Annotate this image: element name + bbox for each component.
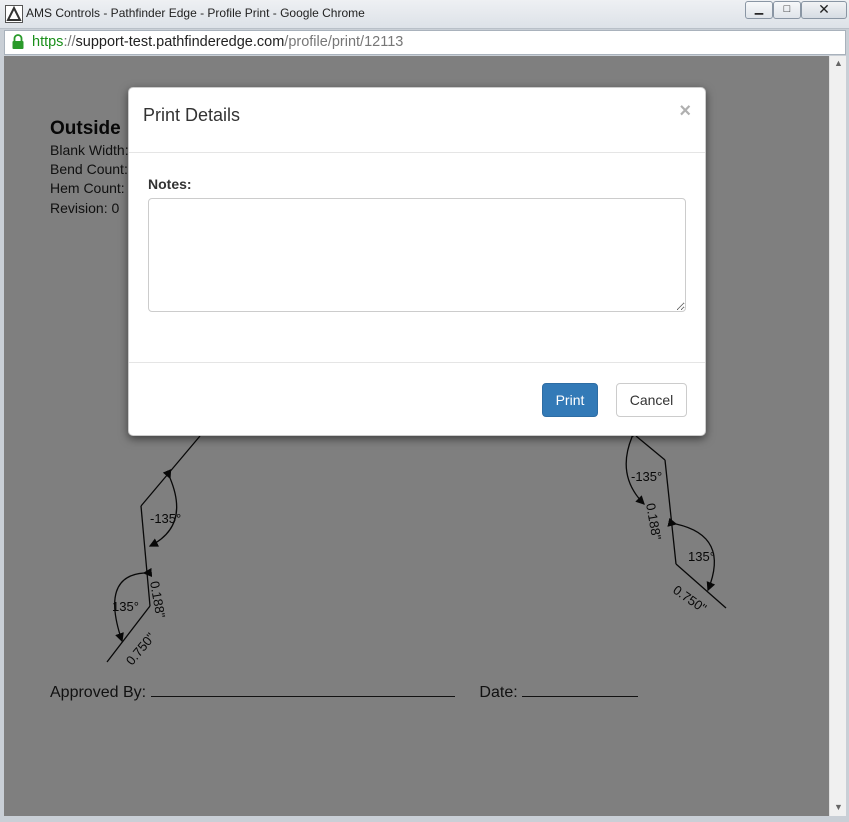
notes-label: Notes:	[148, 176, 192, 192]
modal-header: Print Details ×	[129, 88, 705, 153]
window-titlebar: AMS Controls - Pathfinder Edge - Profile…	[0, 0, 849, 29]
vertical-scrollbar[interactable]: ▲ ▼	[829, 56, 846, 816]
url-scheme: https	[32, 34, 64, 50]
print-details-dialog: Print Details × Notes: Print Cancel	[128, 87, 706, 436]
cancel-button[interactable]: Cancel	[616, 383, 687, 417]
url-host: support-test.pathfinderedge.com	[75, 34, 285, 50]
minimize-button[interactable]: ▁	[745, 1, 773, 19]
lock-icon	[11, 34, 25, 50]
modal-title: Print Details	[143, 105, 241, 125]
close-icon[interactable]: ×	[679, 100, 691, 123]
url-path: /profile/print/12113	[284, 34, 404, 50]
scroll-down-icon[interactable]: ▼	[834, 802, 843, 812]
address-bar[interactable]: https://support-test.pathfinderedge.com/…	[4, 30, 846, 55]
url-separator: ://	[63, 34, 76, 50]
print-button[interactable]: Print	[542, 383, 598, 417]
scroll-up-icon[interactable]: ▲	[834, 58, 843, 68]
maximize-button[interactable]: □	[773, 1, 801, 19]
window-title: AMS Controls - Pathfinder Edge - Profile…	[26, 6, 365, 20]
app-icon	[5, 5, 23, 23]
notes-textarea[interactable]	[148, 198, 686, 312]
url-text[interactable]: https://support-test.pathfinderedge.com/…	[32, 34, 403, 50]
close-window-button[interactable]: ✕	[801, 1, 847, 19]
modal-footer: Print Cancel	[129, 362, 705, 437]
